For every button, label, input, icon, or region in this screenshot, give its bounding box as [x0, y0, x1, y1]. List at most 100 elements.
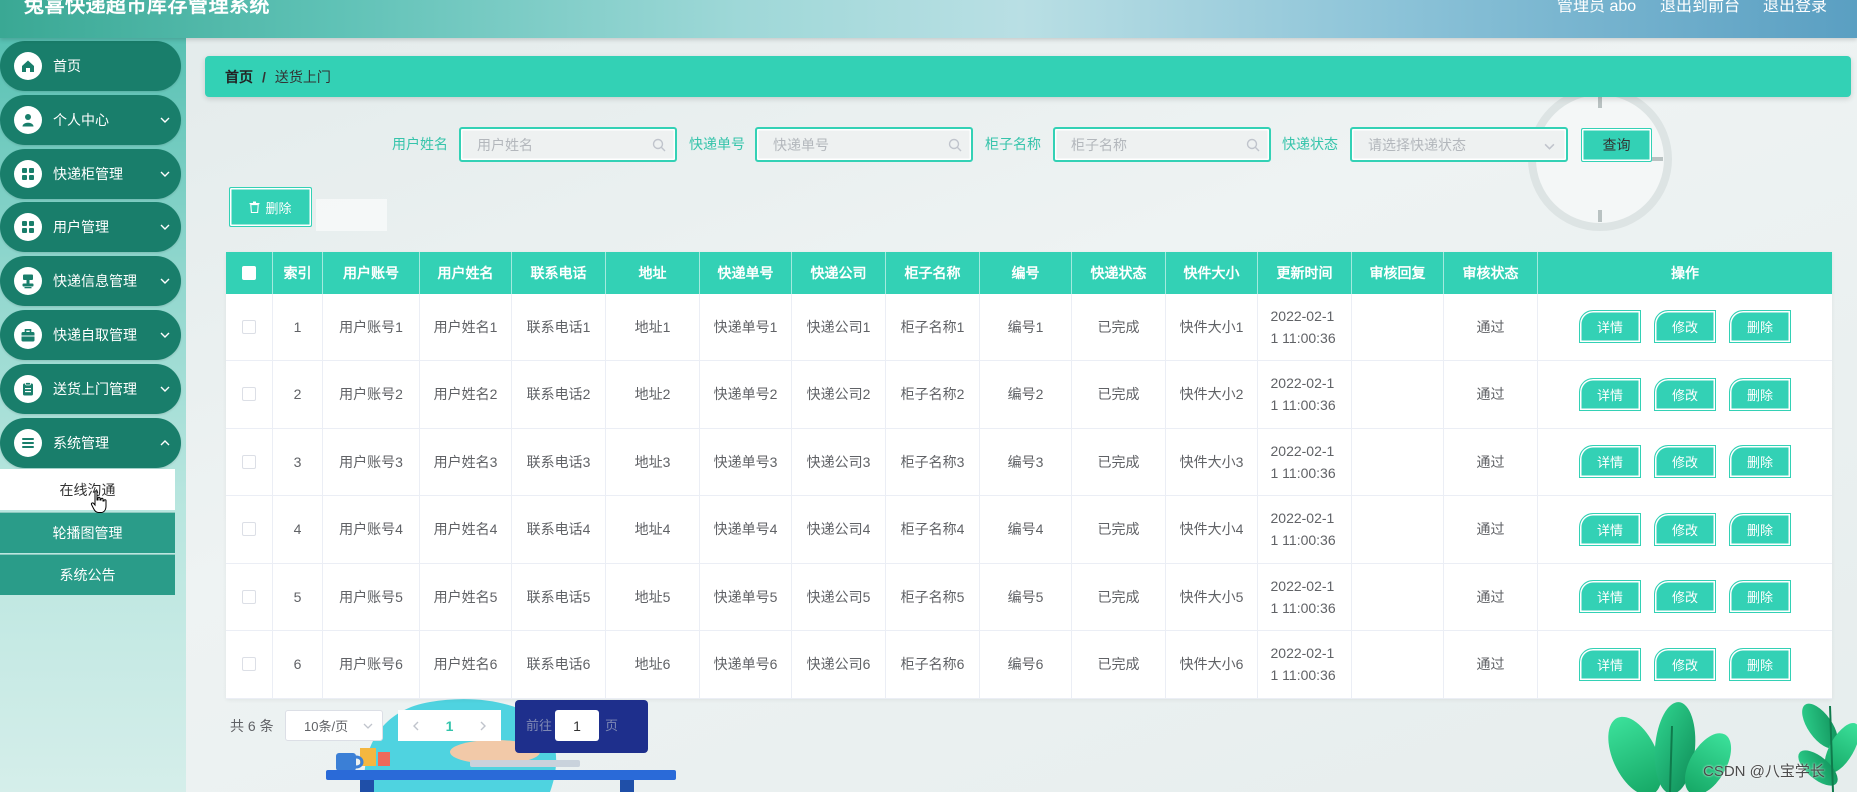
logout-link[interactable]: 退出登录 — [1763, 0, 1827, 16]
row-checkbox[interactable] — [242, 319, 256, 334]
submenu-item-carousel-management[interactable]: 轮播图管理 — [0, 511, 175, 553]
tracking-number-input[interactable] — [757, 129, 971, 160]
sidebar-item-system-management[interactable]: 系统管理 — [0, 417, 181, 468]
cell-text: 柜子名称1 — [900, 318, 965, 335]
cell-phone: 联系电话2 — [512, 361, 606, 428]
row-checkbox[interactable] — [242, 454, 256, 469]
username-input[interactable] — [461, 129, 675, 160]
tracking-number-label: 快递单号 — [689, 136, 745, 152]
cell-review-reply — [1352, 563, 1444, 630]
sidebar-item-user-management[interactable]: 用户管理 — [0, 202, 181, 253]
edit-button[interactable]: 修改 — [1654, 580, 1716, 614]
cell-index: 6 — [273, 631, 323, 698]
column-header-name: 用户姓名 — [420, 252, 512, 294]
cell-name: 用户姓名2 — [420, 361, 512, 428]
cell-text: 柜子名称3 — [900, 453, 965, 470]
chevron-left-icon[interactable] — [411, 721, 421, 731]
sidebar-item-profile[interactable]: 个人中心 — [0, 94, 181, 145]
goto-page-input[interactable]: 1 — [555, 710, 599, 741]
column-header-account: 用户账号 — [323, 252, 420, 294]
detail-button[interactable]: 详情 — [1579, 310, 1641, 344]
cell-review-reply — [1352, 631, 1444, 698]
locker-name-search-field[interactable] — [1053, 127, 1271, 162]
username-search-field[interactable] — [459, 127, 677, 162]
edit-button[interactable]: 修改 — [1654, 310, 1716, 344]
watermark: CSDN @八宝学长 — [1703, 763, 1825, 780]
detail-button[interactable]: 详情 — [1579, 512, 1641, 546]
cell-number: 编号1 — [980, 293, 1072, 360]
row-checkbox[interactable] — [242, 522, 256, 537]
sidebar-item-label: 首页 — [53, 58, 81, 74]
edit-button[interactable]: 修改 — [1654, 445, 1716, 479]
search-icon — [652, 138, 666, 152]
table-row: 3 用户账号3 用户姓名3 联系电话3 地址3 快递单号3 快递公司3 柜子名称3 编号3 已完成… — [226, 428, 1832, 496]
row-delete-button[interactable]: 删除 — [1729, 512, 1791, 546]
row-select-cell — [226, 563, 273, 630]
cell-text: 编号3 — [1007, 453, 1044, 470]
search-icon — [1246, 138, 1260, 152]
system-management-submenu: 在线沟通 轮播图管理 系统公告 — [0, 469, 175, 597]
cell-text: 快件大小1 — [1179, 318, 1244, 335]
row-select-cell — [226, 361, 273, 428]
column-header-address: 地址 — [606, 252, 700, 294]
cell-phone: 联系电话1 — [512, 293, 606, 360]
express-status-select[interactable]: 请选择快递状态 — [1350, 127, 1568, 162]
row-delete-button[interactable]: 删除 — [1729, 647, 1791, 681]
detail-button[interactable]: 详情 — [1579, 647, 1641, 681]
submenu-item-online-chat[interactable]: 在线沟通 — [0, 469, 175, 510]
cell-updated: 2022-02-11 11:00:36 — [1258, 631, 1352, 698]
detail-button[interactable]: 详情 — [1579, 445, 1641, 479]
cell-text: 通过 — [1476, 386, 1505, 403]
row-delete-button[interactable]: 删除 — [1729, 377, 1791, 411]
back-to-front-link[interactable]: 退出到前台 — [1660, 0, 1740, 16]
sidebar-item-express-info-management[interactable]: 快递信息管理 — [0, 256, 181, 307]
cell-locker: 柜子名称3 — [886, 428, 980, 495]
column-header-tracking-no: 快递单号 — [700, 252, 792, 294]
breadcrumb-current: 送货上门 — [274, 68, 331, 85]
cell-text: 地址6 — [634, 656, 671, 673]
cell-text: 快件大小3 — [1179, 453, 1244, 470]
locker-name-input[interactable] — [1055, 129, 1269, 160]
row-delete-button[interactable]: 删除 — [1729, 310, 1791, 344]
chevron-right-icon[interactable] — [478, 721, 488, 731]
page-size-select[interactable]: 10条/页 — [285, 710, 383, 741]
row-checkbox[interactable] — [242, 387, 256, 402]
locker-name-label: 柜子名称 — [985, 136, 1041, 152]
batch-delete-button[interactable]: 删除 — [229, 187, 312, 227]
cell-phone: 联系电话6 — [512, 631, 606, 698]
breadcrumb-home[interactable]: 首页 — [225, 67, 253, 87]
cell-text: 联系电话3 — [526, 453, 591, 470]
table-row: 1 用户账号1 用户姓名1 联系电话1 地址1 快递单号1 快递公司1 柜子名称1 编号1 已完成… — [226, 293, 1832, 361]
cell-text: 快递单号3 — [713, 453, 778, 470]
edit-button[interactable]: 修改 — [1654, 647, 1716, 681]
detail-button[interactable]: 详情 — [1579, 580, 1641, 614]
column-header-size: 快件大小 — [1166, 252, 1258, 294]
query-button[interactable]: 查询 — [1581, 128, 1652, 162]
current-page[interactable]: 1 — [446, 718, 454, 734]
edit-button[interactable]: 修改 — [1654, 377, 1716, 411]
row-delete-button[interactable]: 删除 — [1729, 580, 1791, 614]
submenu-item-system-notice[interactable]: 系统公告 — [0, 554, 175, 595]
cell-phone: 联系电话3 — [512, 428, 606, 495]
sidebar-item-label: 快递信息管理 — [53, 273, 137, 290]
select-all-checkbox[interactable] — [242, 265, 256, 280]
cell-number: 编号4 — [980, 496, 1072, 563]
cell-status: 已完成 — [1072, 563, 1166, 630]
cell-address: 地址6 — [606, 631, 700, 698]
sidebar-item-home-delivery-management[interactable]: 送货上门管理 — [0, 363, 181, 414]
edit-button[interactable]: 修改 — [1654, 512, 1716, 546]
cell-tracking-no: 快递单号1 — [700, 293, 792, 360]
row-delete-button[interactable]: 删除 — [1729, 445, 1791, 479]
sidebar-item-self-pickup-management[interactable]: 快递自取管理 — [0, 309, 181, 360]
cell-text: 2022-02-11 11:00:36 — [1270, 577, 1336, 616]
detail-button[interactable]: 详情 — [1579, 377, 1641, 411]
row-checkbox[interactable] — [242, 657, 256, 672]
row-checkbox[interactable] — [242, 589, 256, 604]
cell-review-status: 通过 — [1444, 496, 1538, 563]
cell-index: 2 — [273, 361, 323, 428]
cell-text: 已完成 — [1097, 588, 1140, 605]
sidebar-item-locker-management[interactable]: 快递柜管理 — [0, 148, 181, 199]
tracking-number-search-field[interactable] — [755, 127, 973, 162]
sidebar-item-home[interactable]: 首页 — [0, 41, 181, 91]
menu-icon — [14, 428, 42, 457]
